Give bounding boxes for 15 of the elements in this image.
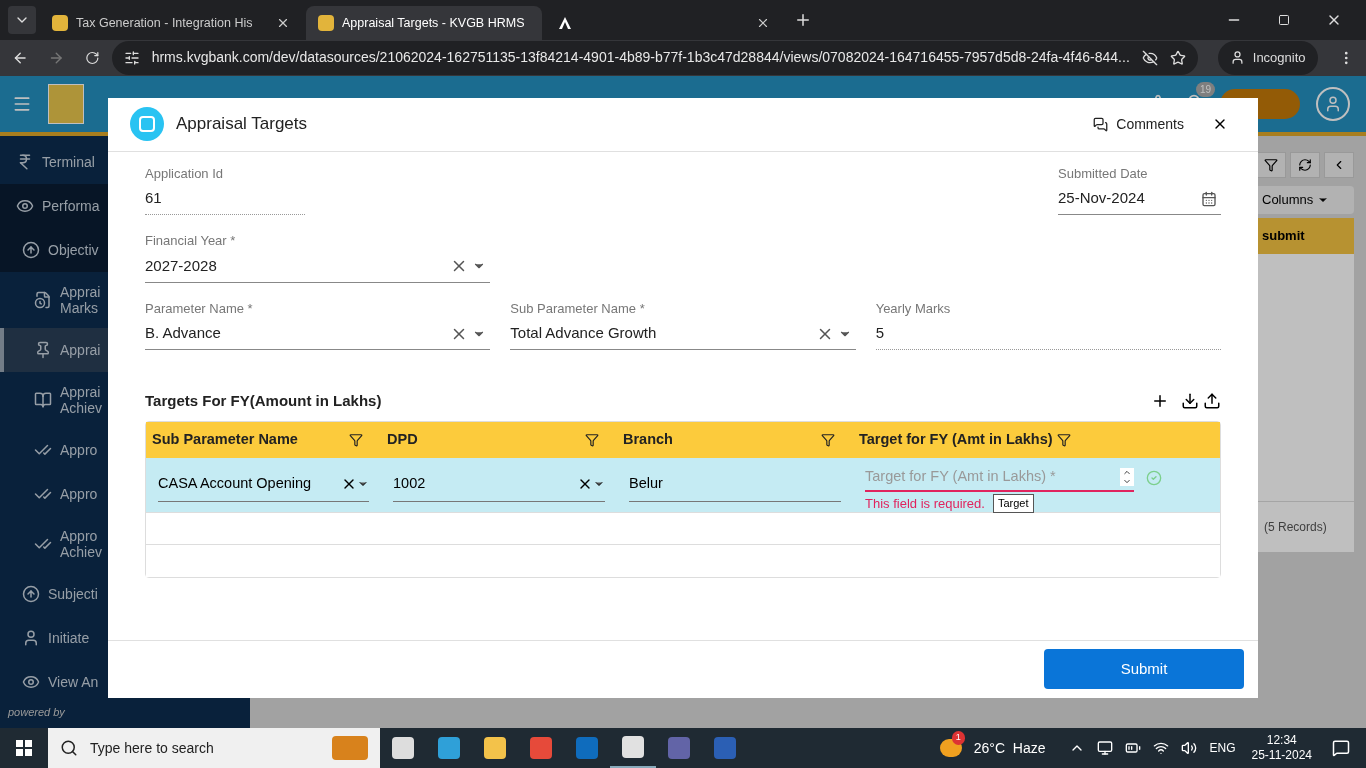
weather-badge: 1 bbox=[951, 731, 965, 745]
weather-text: 26°C Haze bbox=[973, 738, 1046, 758]
field-label: Sub Parameter Name * bbox=[510, 299, 645, 318]
powered-by-text: powered by bbox=[6, 704, 66, 720]
tooltip: Target bbox=[992, 494, 1034, 513]
field-label: Application Id bbox=[145, 164, 224, 183]
record-count: (5 Records) bbox=[1263, 518, 1327, 536]
notification-badge: 19 bbox=[1196, 81, 1216, 97]
dialog-title: Appraisal Targets bbox=[176, 113, 309, 136]
section-title: Targets For FY(Amount in Lakhs) bbox=[145, 391, 383, 411]
field-label: Parameter Name * bbox=[145, 299, 253, 318]
field-label: Financial Year * bbox=[145, 232, 236, 250]
field-label: Yearly Marks bbox=[875, 299, 951, 318]
error-message: This field is required. bbox=[865, 494, 985, 513]
field-label: Submitted Date bbox=[1058, 164, 1148, 183]
